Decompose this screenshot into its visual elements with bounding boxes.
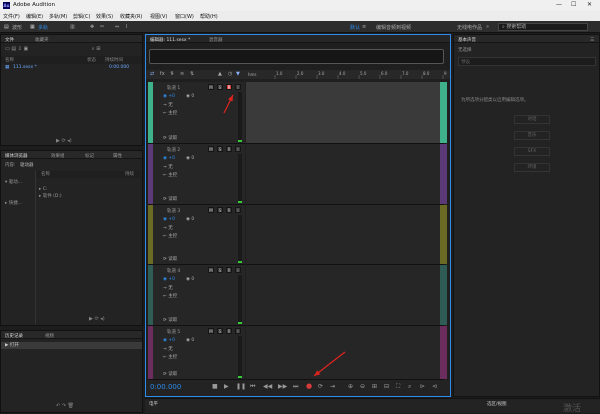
annotation-arrows — [223, 94, 346, 377]
